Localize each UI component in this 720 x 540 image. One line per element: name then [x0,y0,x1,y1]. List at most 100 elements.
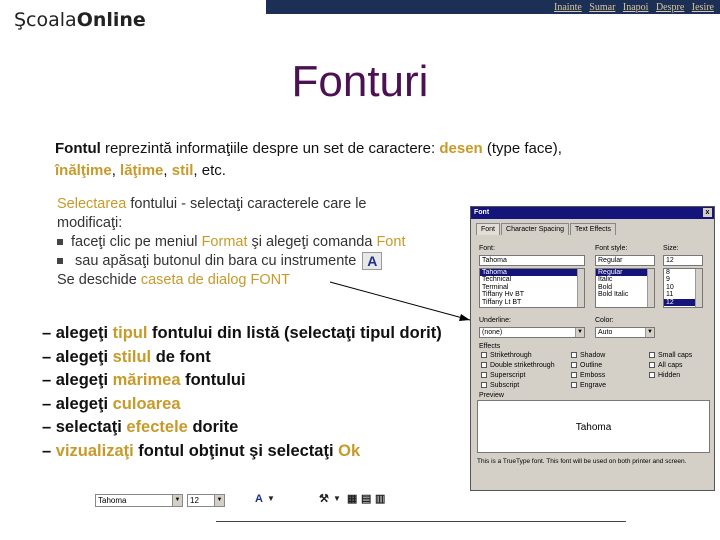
step-line-1b: modificaţi: [57,215,123,231]
checkbox-all-caps[interactable]: All caps [649,362,683,369]
checkbox-icon[interactable] [571,382,577,389]
grid-icon[interactable]: ▦ [347,492,357,505]
size-label: Size: [663,245,679,252]
list-item[interactable]: Terminal [480,284,584,291]
columns-icon[interactable]: ▥ [375,492,385,505]
intro-text-4: , [163,162,172,179]
checkbox-superscript[interactable]: Superscript [481,372,525,379]
bullet-icon [57,257,63,264]
step-text-1: fontului - selectaţi caracterele care le [126,196,367,212]
checkbox-icon[interactable] [571,372,577,379]
font-step-4: – alegeţi culoarea [42,393,472,417]
list-item[interactable]: Bold Italic [596,291,654,298]
chevron-down-icon[interactable]: ▼ [575,328,584,337]
checkbox-outline[interactable]: Outline [571,362,602,369]
chevron-down-icon[interactable]: ▼ [172,495,182,506]
list-item[interactable]: Bold [596,284,654,291]
checkbox-label: Small caps [658,352,693,359]
toolbar-font-select[interactable]: Tahoma ▼ [95,494,183,507]
tools-icon[interactable]: ⚒ [319,492,329,505]
checkbox-hidden[interactable]: Hidden [649,372,680,379]
font-label: Font: [479,245,495,252]
font-step-2a: – alegeţi [42,347,113,366]
top-nav: Inainte Sumar Inapoi Despre Iesire [549,2,714,13]
chevron-down-icon[interactable]: ▼ [645,328,654,337]
checkbox-icon[interactable] [481,382,487,389]
tab-character-spacing[interactable]: Character Spacing [501,223,569,235]
font-style-input[interactable]: Regular [595,255,655,266]
checkbox-icon[interactable] [571,362,577,369]
font-step-1b: tipul [112,324,148,342]
step-line-3: sau apăsaţi butonul din bara cu instrume… [57,252,477,271]
list-item[interactable]: Tiffany Hv BT [480,291,584,298]
font-color-icon: A [362,252,383,271]
nav-link-sumar[interactable]: Sumar [589,2,615,13]
checkbox-emboss[interactable]: Emboss [571,372,605,379]
intro-word-desen: desen [439,140,483,157]
size-input[interactable]: 12 [663,255,703,266]
nav-link-iesire[interactable]: Iesire [692,2,714,13]
table-icon[interactable]: ▤ [361,492,371,505]
list-item[interactable]: Regular [596,269,654,277]
list-item[interactable]: Technical [480,276,584,283]
list-item[interactable]: Italic [596,276,654,283]
dialog-title: Font [474,209,490,216]
checkbox-icon[interactable] [649,372,655,379]
font-step-6b: vizualizaţi [55,441,134,460]
checkbox-small-caps[interactable]: Small caps [649,352,692,359]
tab-font[interactable]: Font [476,223,501,235]
step-text-3: sau apăsaţi butonul din bara cu instrume… [71,253,357,269]
chevron-down-icon[interactable]: ▼ [214,495,224,506]
checkbox-label: Engrave [580,382,607,389]
checkbox-strikethrough[interactable]: Strikethrough [481,352,532,359]
underline-select[interactable]: (none) ▼ [479,327,585,338]
font-step-1a: – alegeţi [42,324,113,342]
checkbox-icon[interactable] [481,372,487,379]
close-icon[interactable]: x [703,208,712,217]
divider [216,521,626,522]
checkbox-icon[interactable] [481,362,487,369]
nav-link-inapoi[interactable]: Inapoi [623,2,649,13]
checkbox-label: Hidden [658,372,681,379]
checkbox-icon[interactable] [481,352,487,359]
checkbox-icon[interactable] [571,352,577,359]
scrollbar[interactable] [647,269,654,307]
checkbox-shadow[interactable]: Shadow [571,352,605,359]
color-label: Color: [595,317,614,324]
checkbox-icon[interactable] [649,362,655,369]
effects-label: Effects [479,343,501,350]
logo-part1: Şcoala [14,9,77,31]
tab-text-effects[interactable]: Text Effects [570,223,617,235]
font-name-input[interactable]: Tahoma [479,255,585,266]
color-select[interactable]: Auto ▼ [595,327,655,338]
checkbox-double-strikethrough[interactable]: Double strikethrough [481,362,555,369]
font-color-icon[interactable]: A [255,493,263,505]
checkbox-label: Shadow [580,352,606,359]
chevron-down-icon[interactable]: ▼ [267,494,275,503]
nav-link-inainte[interactable]: Inainte [554,2,582,13]
step-text-4: Se deschide [57,272,141,288]
checkbox-engrave[interactable]: Engrave [571,382,606,389]
font-name-list[interactable]: Tahoma Technical Terminal Tiffany Hv BT … [479,268,585,308]
checkbox-icon[interactable] [649,352,655,359]
step-line-1: Selectarea fontului - selectaţi caracter… [57,195,477,214]
size-list[interactable]: 8 9 10 11 12 [663,268,703,308]
font-step-1c: fontului din listă (selectaţi tipul dori… [147,324,442,342]
page-title: Fonturi [291,57,429,106]
checkbox-subscript[interactable]: Subscript [481,382,519,389]
list-item[interactable]: Tahoma [480,269,584,277]
step-keyword-selectarea: Selectarea [57,196,127,212]
toolbar-size-select[interactable]: 12 ▼ [187,494,225,507]
scrollbar[interactable] [577,269,584,307]
scrollbar[interactable] [695,269,702,307]
chevron-down-icon[interactable]: ▼ [333,494,341,503]
dialog-tabs: Font Character Spacing Text Effects [476,223,617,235]
intro-text-5: , etc. [193,162,226,179]
top-nav-bar: Inainte Sumar Inapoi Despre Iesire [266,0,720,14]
intro-word-fontul: Fontul [55,140,101,157]
nav-link-despre[interactable]: Despre [656,2,684,13]
list-item[interactable]: Tiffany Lt BT [480,299,584,306]
font-step-1: – alegeţi tipul fontului din listă (sele… [42,322,472,346]
font-style-list[interactable]: Regular Italic Bold Bold Italic [595,268,655,308]
step-line-2: faceţi clic pe meniul Format şi alegeţi … [57,233,477,252]
